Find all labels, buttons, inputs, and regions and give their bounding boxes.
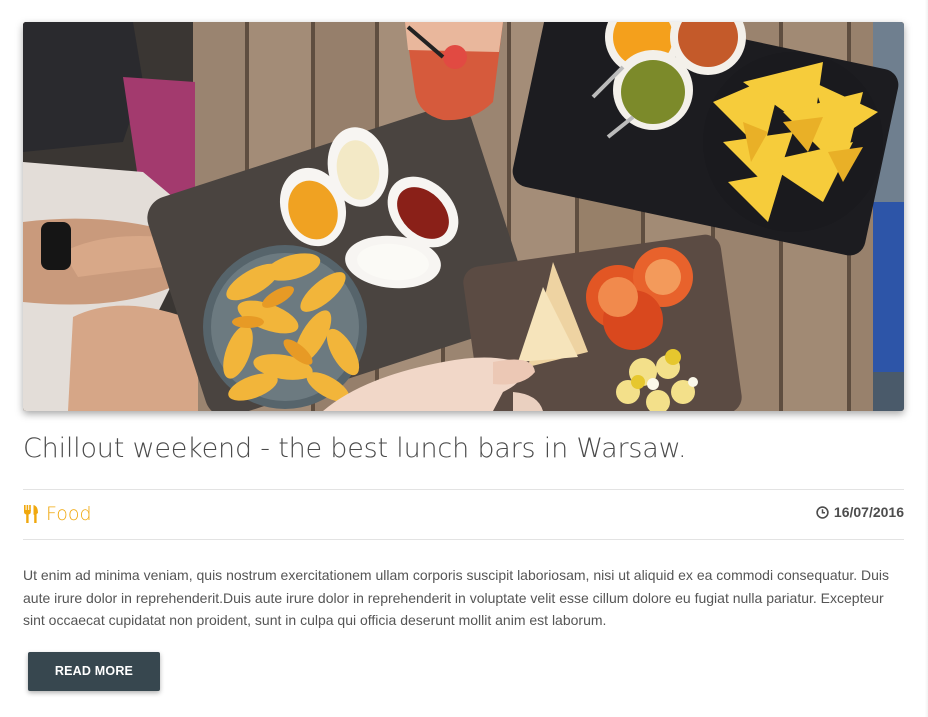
post-title[interactable]: Chillout weekend - the best lunch bars i… xyxy=(23,431,904,471)
post-meta: Food 16/07/2016 xyxy=(23,489,904,540)
clock-icon xyxy=(816,505,829,519)
category-link[interactable]: Food xyxy=(23,503,92,525)
food-photo-illustration xyxy=(23,22,904,411)
date-label: 16/07/2016 xyxy=(833,504,904,520)
cutlery-icon xyxy=(24,505,38,523)
post-image[interactable] xyxy=(23,22,904,411)
divider xyxy=(23,489,904,490)
post-date: 16/07/2016 xyxy=(816,504,904,520)
divider xyxy=(23,539,904,540)
post-excerpt: Ut enim ad minima veniam, quis nostrum e… xyxy=(23,567,890,628)
post-card: Chillout weekend - the best lunch bars i… xyxy=(23,22,904,691)
read-more-button[interactable]: READ MORE xyxy=(28,651,160,691)
category-label: Food xyxy=(46,503,92,525)
